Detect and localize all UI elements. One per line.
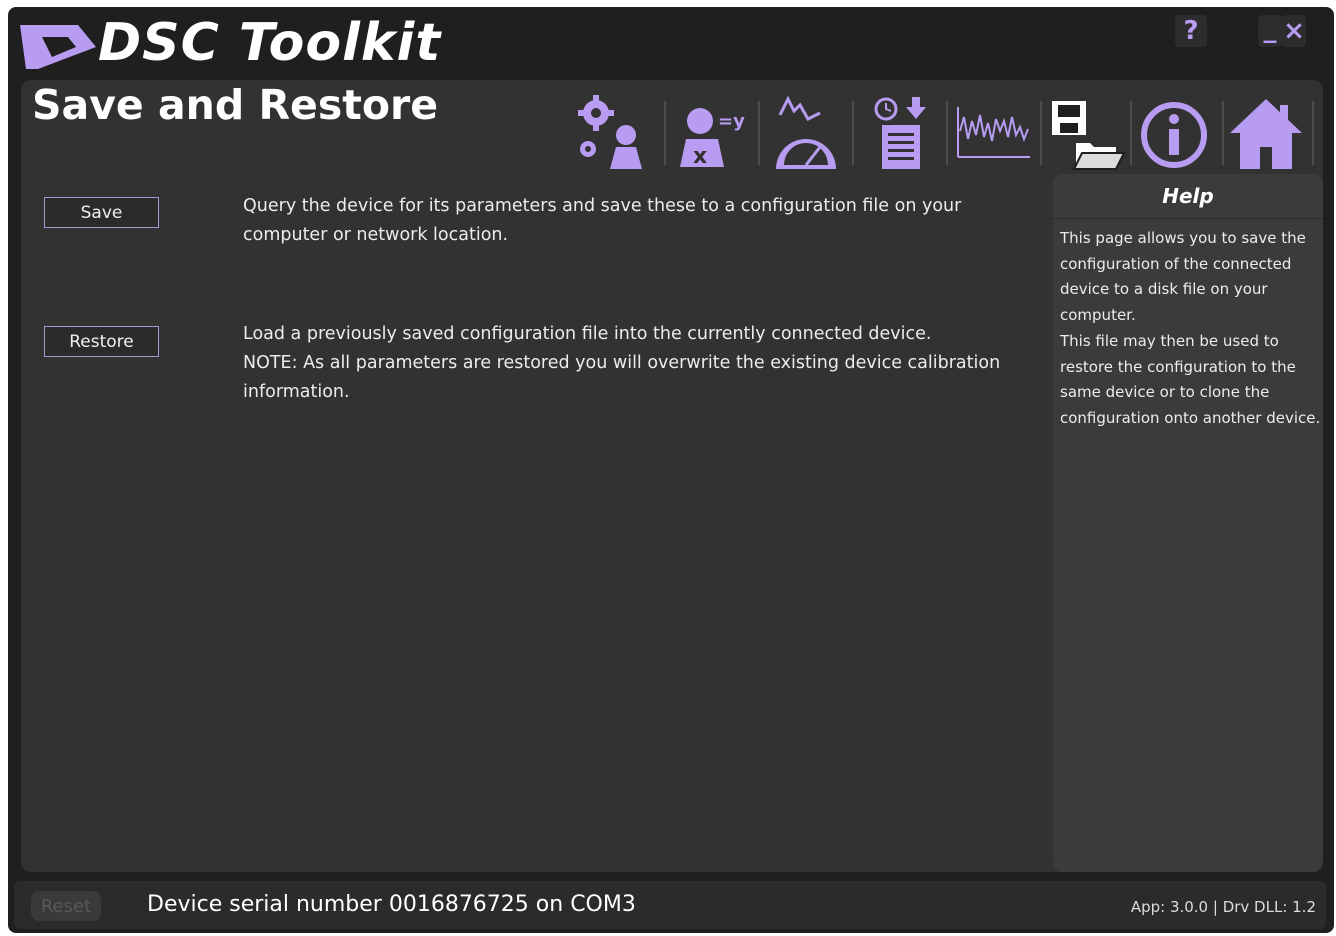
toolbar-separator (664, 101, 666, 165)
save-restore-icon (1052, 101, 1126, 170)
restore-description-line1: Load a previously saved configuration fi… (243, 324, 932, 344)
home-icon (1230, 99, 1302, 169)
toolbar-separator (758, 101, 760, 165)
close-button[interactable]: × (1282, 15, 1306, 47)
gauge-icon (776, 95, 836, 169)
toolbar-gauge-button[interactable] (762, 91, 848, 175)
save-description: Query the device for its parameters and … (243, 196, 962, 245)
save-button[interactable]: Save (44, 197, 159, 228)
toolbar-separator (1222, 101, 1224, 165)
toolbar-waveform-button[interactable] (950, 91, 1036, 175)
info-icon (1141, 102, 1207, 168)
app-title: DSC Toolkit (98, 13, 442, 73)
window-controls: _ × (1252, 15, 1312, 47)
device-serial-text: Device serial number 0016876725 on COM3 (147, 892, 636, 917)
restore-button[interactable]: Restore (44, 326, 159, 357)
help-title: Help (1053, 174, 1323, 219)
svg-text:x: x (693, 144, 707, 169)
restore-description: Load a previously saved configuration fi… (243, 320, 1003, 407)
title-bar: DSC Toolkit ? _ × (8, 7, 1334, 79)
minimize-button[interactable]: _ (1258, 15, 1282, 47)
logging-icon (874, 97, 926, 169)
toolbar-separator (1130, 101, 1132, 165)
page-title: Save and Restore (32, 81, 439, 129)
status-bar: Reset Device serial number 0016876725 on… (14, 881, 1326, 929)
scaling-icon: x =y (680, 108, 745, 169)
svg-text:=y: =y (718, 111, 745, 132)
toolbar-separator (946, 101, 948, 165)
toolbar-separator (1040, 101, 1042, 165)
toolbar-scaling-button[interactable]: x =y (668, 91, 754, 175)
toolbar-home-button[interactable] (1226, 91, 1312, 175)
help-button[interactable]: ? (1175, 15, 1207, 47)
waveform-icon (957, 107, 1030, 158)
settings-user-icon (578, 95, 642, 169)
toolbar-logging-button[interactable] (856, 91, 942, 175)
help-paragraph: This page allows you to save the configu… (1060, 229, 1306, 325)
help-paragraph: This file may then be used to restore th… (1060, 331, 1321, 427)
toolbar-info-button[interactable] (1134, 91, 1220, 175)
app-window: DSC Toolkit ? _ × Save and Restore x =y … (8, 7, 1334, 933)
toolbar-save-restore-button[interactable] (1044, 91, 1130, 175)
app-logo (20, 25, 96, 69)
version-info: App: 3.0.0 | Drv DLL: 1.2 (1130, 898, 1316, 916)
reset-button[interactable]: Reset (31, 891, 101, 921)
restore-description-note: NOTE: As all parameters are restored you… (243, 353, 1001, 402)
help-text: This page allows you to save the configu… (1060, 226, 1322, 432)
toolbar-separator (852, 101, 854, 165)
toolbar-settings-button[interactable] (574, 91, 660, 175)
toolbar-separator (1312, 101, 1314, 165)
help-panel: Help This page allows you to save the co… (1053, 174, 1323, 872)
